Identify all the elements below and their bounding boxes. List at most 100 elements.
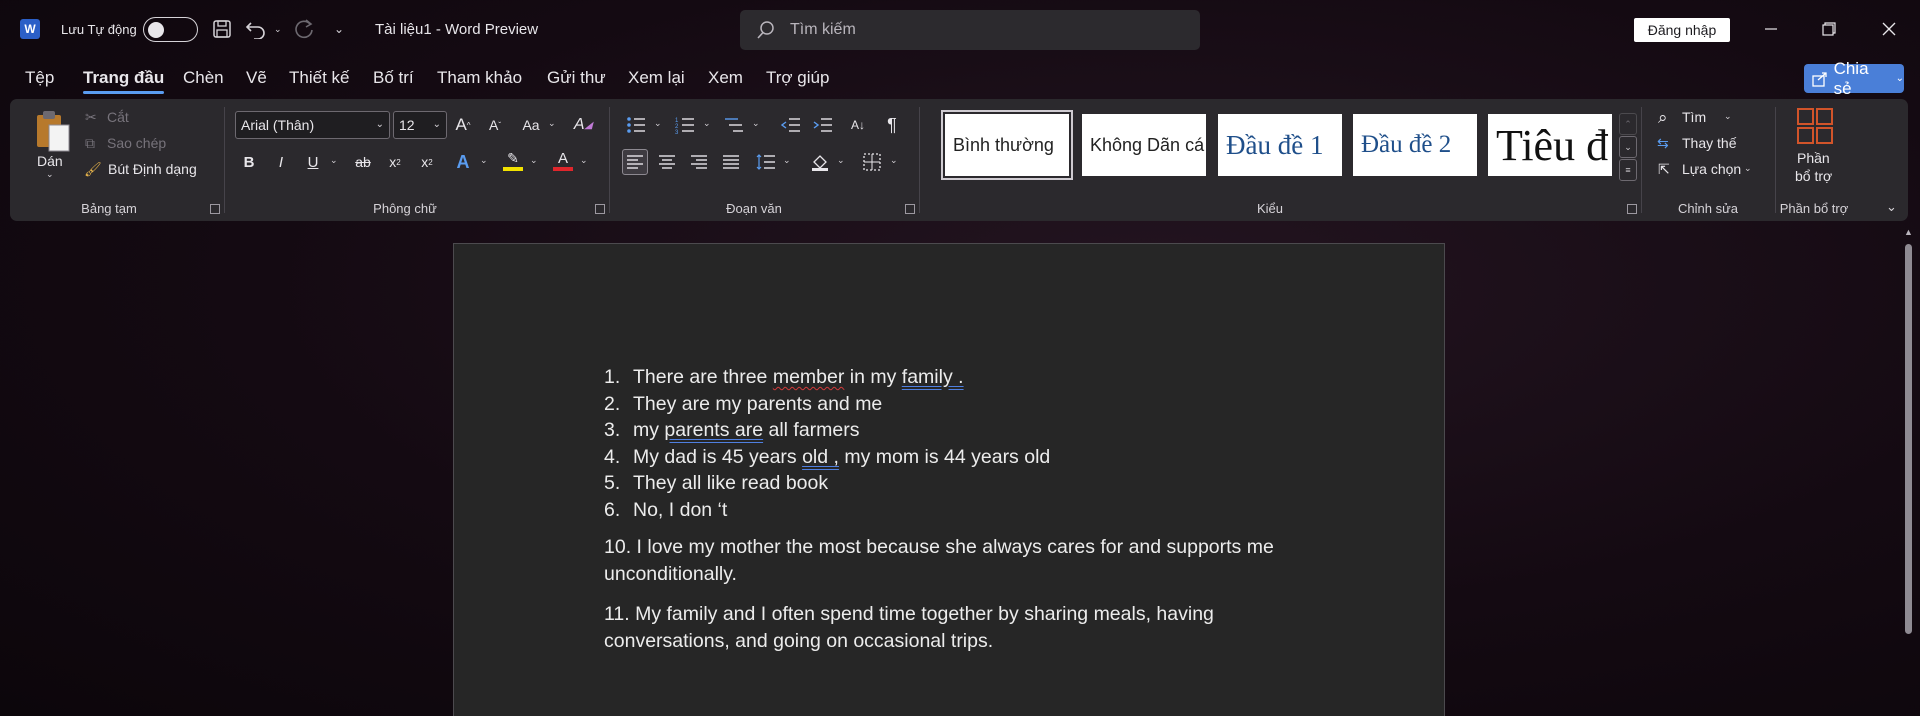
borders-dropdown-icon[interactable]: ⌄	[890, 155, 898, 166]
tab-review[interactable]: Xem lại	[628, 68, 685, 88]
highlight-icon[interactable]: ✎	[500, 147, 526, 173]
list-item[interactable]: 4. My dad is 45 years old , my mom is 44 …	[604, 444, 1324, 471]
bullets-dropdown-icon[interactable]: ⌄	[654, 118, 662, 129]
search-box[interactable]	[740, 10, 1200, 50]
list-item[interactable]: 5. They all like read book	[604, 470, 1324, 497]
clear-formatting-icon[interactable]: A ◢	[570, 112, 596, 138]
styles-launcher-icon[interactable]	[1627, 204, 1637, 214]
share-button[interactable]: Chia sẻ ⌄	[1804, 59, 1904, 98]
tab-help[interactable]: Trợ giúp	[766, 68, 829, 88]
addins-label-line2[interactable]: bổ trợ	[1795, 168, 1832, 184]
select-button[interactable]: Lựa chọn	[1682, 161, 1741, 177]
paragraph-launcher-icon[interactable]	[905, 204, 915, 214]
text-effects-icon[interactable]: A	[450, 149, 476, 175]
align-left-icon[interactable]	[622, 149, 648, 175]
underline-icon[interactable]: U	[300, 149, 326, 175]
tab-draw[interactable]: Vẽ	[246, 68, 267, 88]
redo-icon[interactable]	[291, 16, 317, 42]
sort-icon[interactable]: A↓	[845, 112, 871, 138]
style-no-spacing[interactable]: Không Dãn cá	[1082, 114, 1206, 176]
bullets-icon[interactable]	[623, 112, 649, 138]
subscript-icon[interactable]: x2	[382, 149, 408, 175]
gallery-scroll-down-icon[interactable]: ⌄	[1619, 136, 1637, 158]
paragraph-11[interactable]: 11. My family and I often spend time tog…	[604, 601, 1324, 655]
justify-icon[interactable]	[718, 149, 744, 175]
save-icon[interactable]	[209, 16, 235, 42]
line-spacing-icon[interactable]	[753, 149, 779, 175]
tab-insert[interactable]: Chèn	[183, 68, 224, 88]
signin-button[interactable]: Đăng nhập	[1634, 18, 1730, 42]
font-color-icon[interactable]: A	[550, 147, 576, 173]
scrollbar-thumb[interactable]	[1905, 244, 1912, 634]
tab-layout[interactable]: Bố trí	[373, 68, 414, 88]
paragraph-10[interactable]: 10. I love my mother the most because sh…	[604, 534, 1324, 588]
show-formatting-marks-icon[interactable]: ¶	[879, 112, 905, 138]
find-dropdown-icon[interactable]: ⌄	[1724, 111, 1732, 122]
gallery-scroll-up-icon[interactable]: ⌃	[1619, 113, 1637, 135]
addins-label-line1[interactable]: Phần	[1797, 150, 1830, 166]
align-right-icon[interactable]	[686, 149, 712, 175]
style-heading-2[interactable]: Đầu đề 2	[1353, 114, 1477, 176]
shrink-font-icon[interactable]: Aˇ	[482, 112, 508, 138]
tab-home[interactable]: Trang đầu	[83, 68, 165, 94]
addins-icon[interactable]	[1796, 107, 1834, 145]
paste-dropdown-icon[interactable]: ⌄	[46, 169, 54, 180]
italic-icon[interactable]: I	[268, 149, 294, 175]
superscript-icon[interactable]: x2	[414, 149, 440, 175]
tab-design[interactable]: Thiết kế	[289, 68, 349, 88]
list-item[interactable]: 1. There are three member in my family .	[604, 364, 1324, 391]
replace-button[interactable]: Thay thế	[1682, 135, 1736, 151]
numbering-icon[interactable]: 123	[672, 112, 698, 138]
paste-label[interactable]: Dán	[37, 153, 63, 169]
restore-icon[interactable]	[1812, 14, 1846, 44]
minimize-icon[interactable]	[1754, 14, 1788, 44]
numbering-dropdown-icon[interactable]: ⌄	[703, 118, 711, 129]
text-effects-dropdown-icon[interactable]: ⌄	[480, 155, 488, 166]
style-normal[interactable]: Bình thường	[941, 110, 1073, 180]
list-item[interactable]: 2. They are my parents and me	[604, 391, 1324, 418]
format-painter-button[interactable]: Bút Định dạng	[108, 161, 197, 177]
document-page[interactable]: 1. There are three member in my family . 2…	[453, 243, 1445, 716]
undo-dropdown-icon[interactable]: ⌄	[274, 24, 282, 35]
decrease-indent-icon[interactable]	[778, 112, 804, 138]
undo-icon[interactable]	[243, 16, 269, 42]
autosave-toggle[interactable]	[143, 17, 198, 42]
borders-icon[interactable]	[859, 149, 885, 175]
scroll-up-icon[interactable]: ▲	[1904, 227, 1913, 237]
font-name-combo[interactable]: Arial (Thân) ⌄	[235, 111, 390, 139]
collapse-ribbon-icon[interactable]: ⌄	[1886, 199, 1897, 215]
tab-mailings[interactable]: Gửi thư	[547, 68, 606, 88]
increase-indent-icon[interactable]	[810, 112, 836, 138]
cut-button[interactable]: Cắt	[107, 109, 129, 125]
style-heading-1[interactable]: Đầu đề 1	[1218, 114, 1342, 176]
shading-dropdown-icon[interactable]: ⌄	[837, 155, 845, 166]
change-case-icon[interactable]: Aa	[516, 112, 546, 138]
copy-button[interactable]: Sao chép	[107, 135, 166, 151]
multilevel-dropdown-icon[interactable]: ⌄	[752, 118, 760, 129]
strikethrough-icon[interactable]: ab	[350, 149, 376, 175]
font-color-dropdown-icon[interactable]: ⌄	[580, 155, 588, 166]
style-title[interactable]: Tiêu đ	[1488, 114, 1612, 176]
gallery-more-icon[interactable]: ≡	[1619, 159, 1637, 181]
find-button[interactable]: Tìm	[1682, 109, 1706, 125]
paste-icon[interactable]	[33, 109, 73, 153]
font-launcher-icon[interactable]	[595, 204, 605, 214]
close-icon[interactable]	[1872, 14, 1906, 44]
line-spacing-dropdown-icon[interactable]: ⌄	[783, 155, 791, 166]
tab-view[interactable]: Xem	[708, 68, 743, 88]
list-item[interactable]: 3. my parents are all farmers	[604, 417, 1324, 444]
highlight-dropdown-icon[interactable]: ⌄	[530, 155, 538, 166]
underline-dropdown-icon[interactable]: ⌄	[330, 155, 338, 166]
list-item[interactable]: 6. No, I don ‘t	[604, 497, 1324, 524]
search-input[interactable]	[790, 18, 1180, 42]
font-size-combo[interactable]: 12 ⌄	[393, 111, 447, 139]
tab-references[interactable]: Tham khảo	[437, 68, 522, 88]
tab-file[interactable]: Tệp	[25, 68, 54, 88]
clipboard-launcher-icon[interactable]	[210, 204, 220, 214]
select-dropdown-icon[interactable]: ⌄	[1744, 163, 1752, 174]
align-center-icon[interactable]	[654, 149, 680, 175]
bold-icon[interactable]: B	[236, 149, 262, 175]
customize-qat-icon[interactable]: ⌄	[326, 16, 352, 42]
shading-icon[interactable]	[807, 149, 833, 175]
change-case-dropdown-icon[interactable]: ⌄	[548, 118, 556, 129]
